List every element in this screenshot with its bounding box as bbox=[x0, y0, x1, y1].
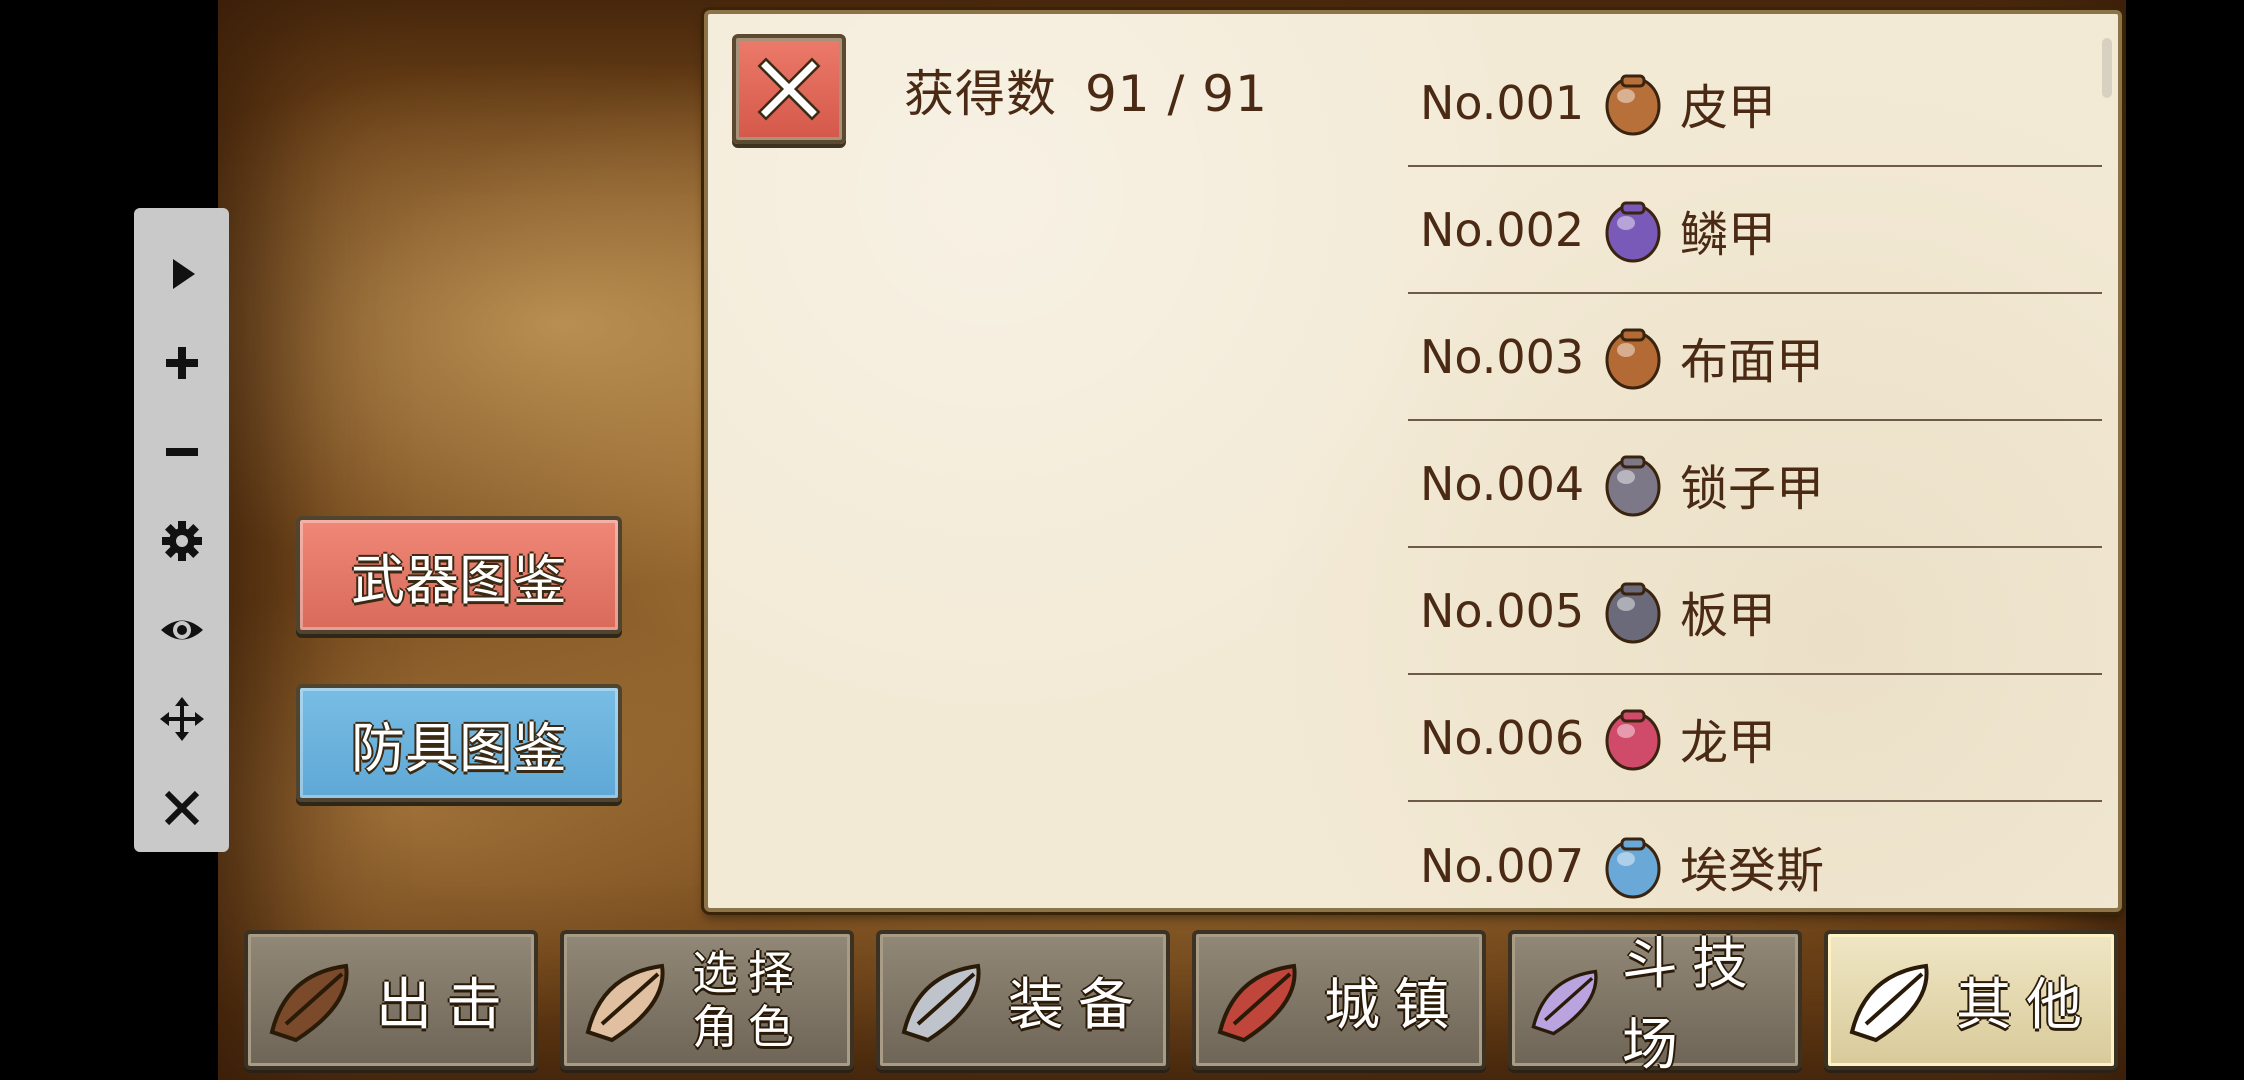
sortie-icon bbox=[269, 963, 349, 1043]
item-number: No.002 bbox=[1420, 202, 1585, 257]
chain-mail-icon bbox=[1605, 455, 1661, 516]
nav-tab-4[interactable]: 斗技场 bbox=[1508, 930, 1802, 1078]
nav-tab-0[interactable]: 出击 bbox=[244, 930, 538, 1070]
zoom-out-button[interactable] bbox=[134, 408, 229, 497]
bottom-navigation: 出击 选择 角色 装备 城镇 斗技场 其他 bbox=[244, 930, 2118, 1078]
list-item[interactable]: No.006 龙甲 bbox=[1408, 675, 2102, 802]
scale-armor-icon bbox=[1605, 201, 1661, 262]
item-name: 埃癸斯 bbox=[1680, 842, 1825, 899]
item-name: 鳞甲 bbox=[1680, 206, 1777, 263]
equipment-icon bbox=[901, 963, 981, 1043]
minus-icon bbox=[165, 448, 198, 457]
item-name: 板甲 bbox=[1680, 587, 1777, 644]
armor-catalog-panel: 获得数 91 / 91 No.001 皮甲 No.002 鳞甲 No.003 布面甲 No.0… bbox=[704, 10, 2122, 912]
plate-armor-icon bbox=[1605, 582, 1661, 643]
list-item[interactable]: No.003 布面甲 bbox=[1408, 294, 2102, 421]
zoom-in-button[interactable] bbox=[134, 319, 229, 408]
item-number: No.006 bbox=[1420, 710, 1585, 765]
close-panel-button[interactable] bbox=[732, 34, 846, 144]
close-toolbar-button[interactable] bbox=[134, 763, 229, 852]
move-button[interactable] bbox=[134, 674, 229, 763]
nav-tab-5[interactable]: 其他 bbox=[1824, 930, 2118, 1070]
list-item[interactable]: No.004 锁子甲 bbox=[1408, 421, 2102, 548]
item-name: 布面甲 bbox=[1680, 333, 1825, 390]
item-number: No.007 bbox=[1420, 838, 1585, 893]
cloth-armor-icon bbox=[1605, 328, 1661, 389]
play-icon bbox=[172, 259, 195, 290]
item-number: No.004 bbox=[1420, 456, 1585, 511]
armor-list: No.001 皮甲 No.002 鳞甲 No.003 布面甲 No.004 锁子甲 No.005… bbox=[1408, 40, 2102, 929]
aegis-icon bbox=[1605, 837, 1661, 898]
acquired-count-value: 91 / 91 bbox=[1085, 65, 1268, 123]
weapon-catalog-button[interactable]: 武器图鉴 bbox=[296, 516, 622, 634]
armor-catalog-button[interactable]: 防具图鉴 bbox=[296, 684, 622, 802]
arena-icon bbox=[1531, 969, 1598, 1036]
list-item[interactable]: No.007 埃癸斯 bbox=[1408, 802, 2102, 929]
settings-button[interactable] bbox=[134, 497, 229, 586]
move-icon bbox=[159, 696, 204, 741]
leather-armor-icon bbox=[1605, 74, 1661, 135]
plus-icon bbox=[165, 347, 198, 380]
list-item[interactable]: No.002 鳞甲 bbox=[1408, 167, 2102, 294]
list-item[interactable]: No.001 皮甲 bbox=[1408, 40, 2102, 167]
nav-tab-label: 装备 bbox=[1008, 972, 1148, 1038]
list-item[interactable]: No.005 板甲 bbox=[1408, 548, 2102, 675]
item-name: 锁子甲 bbox=[1680, 460, 1825, 517]
nav-tab-2[interactable]: 装备 bbox=[876, 930, 1170, 1070]
floating-toolbar bbox=[134, 208, 229, 852]
other-icon bbox=[1849, 963, 1929, 1043]
dragon-armor-icon bbox=[1605, 709, 1661, 770]
character-select-icon bbox=[585, 963, 665, 1043]
item-name: 龙甲 bbox=[1680, 714, 1777, 771]
gear-icon bbox=[161, 521, 202, 561]
acquired-count-label: 获得数 bbox=[904, 65, 1057, 123]
nav-tab-1[interactable]: 选择 角色 bbox=[560, 930, 854, 1070]
item-number: No.001 bbox=[1420, 75, 1585, 130]
item-name: 皮甲 bbox=[1680, 79, 1777, 136]
eye-icon bbox=[160, 620, 203, 640]
item-number: No.003 bbox=[1420, 329, 1585, 384]
nav-tab-label: 出击 bbox=[376, 972, 516, 1038]
nav-tab-label: 其他 bbox=[1956, 972, 2096, 1038]
view-button[interactable] bbox=[134, 585, 229, 674]
scrollbar[interactable] bbox=[2102, 38, 2112, 98]
close-icon bbox=[757, 57, 821, 121]
nav-tab-label: 斗技场 bbox=[1621, 932, 1762, 1078]
nav-tab-3[interactable]: 城镇 bbox=[1192, 930, 1486, 1070]
item-number: No.005 bbox=[1420, 583, 1585, 638]
town-icon bbox=[1217, 963, 1297, 1043]
play-button[interactable] bbox=[134, 230, 229, 319]
nav-tab-label: 选择 角色 bbox=[692, 946, 804, 1054]
nav-tab-label: 城镇 bbox=[1324, 972, 1464, 1038]
acquired-count: 获得数 91 / 91 bbox=[904, 54, 1268, 126]
close-icon bbox=[164, 790, 199, 825]
